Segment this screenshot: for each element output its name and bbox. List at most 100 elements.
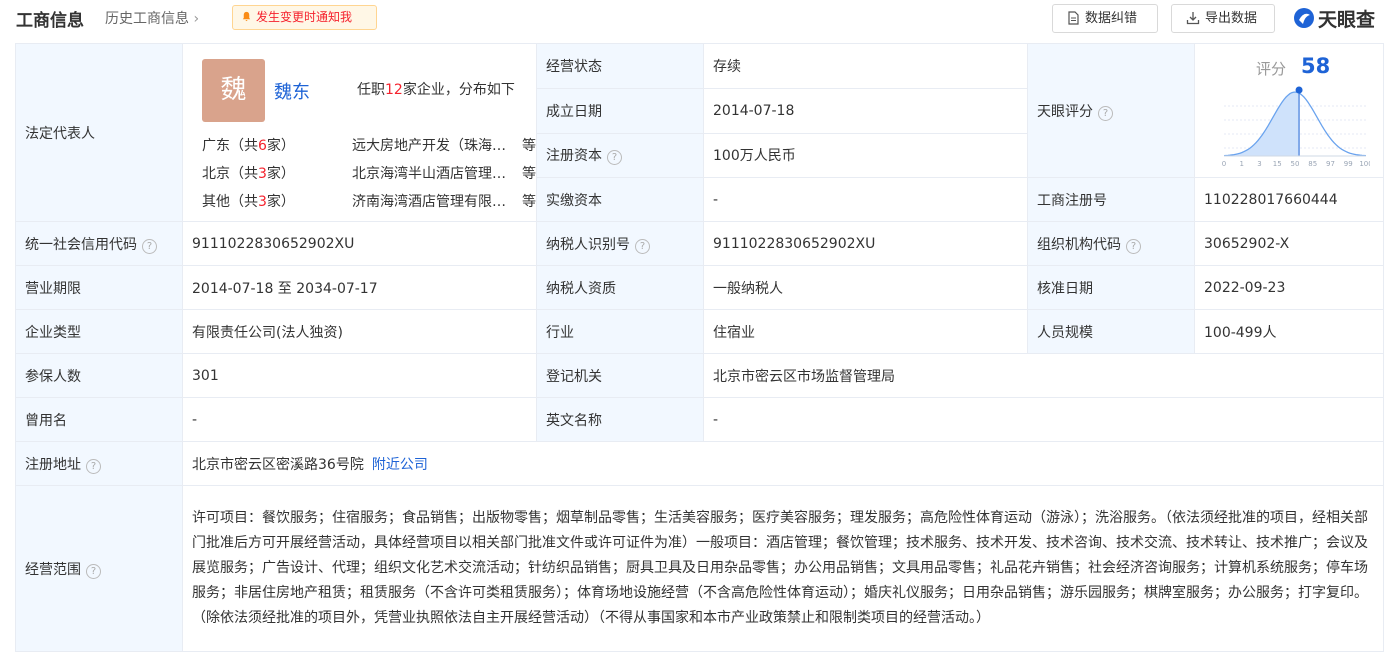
- avatar[interactable]: 魏: [202, 58, 265, 122]
- axis-tick-label: 0: [1222, 160, 1226, 168]
- region-name: 广东: [202, 137, 230, 154]
- company-type-label: 企业类型: [15, 309, 183, 354]
- org-code-value: 30652902-X: [1194, 221, 1384, 266]
- authority-label: 登记机关: [536, 353, 704, 398]
- region-count: 3: [258, 193, 267, 210]
- help-icon[interactable]: ?: [86, 458, 101, 474]
- region-pre: （共: [230, 193, 258, 210]
- score-cell[interactable]: 评分 58 0 1 3 15 50 85 97 99 100: [1194, 43, 1384, 178]
- authority-value: 北京市密云区市场监督管理局: [703, 353, 1384, 398]
- brand-name: 天眼查: [1318, 8, 1376, 31]
- data-correction-button[interactable]: 数据纠错: [1052, 4, 1158, 33]
- address-label-text: 注册地址: [25, 456, 81, 473]
- region-company-link[interactable]: 远大房地产开发（珠海）有限公司: [352, 135, 512, 155]
- score-label: 天眼评分?: [1027, 43, 1195, 178]
- help-icon[interactable]: ?: [1126, 238, 1141, 254]
- insured-value: 301: [182, 353, 537, 398]
- region-post: 家）: [266, 137, 295, 154]
- term-value: 2014-07-18 至 2034-07-17: [182, 265, 537, 310]
- english-name-value: -: [703, 397, 1384, 442]
- scope-value: 许可项目：餐饮服务；住宿服务；食品销售；出版物零售；烟草制品零售；生活美容服务；…: [182, 485, 1384, 652]
- reg-no-label: 工商注册号: [1027, 177, 1195, 222]
- region-company-link[interactable]: 北京海湾半山酒店管理有限公司: [352, 163, 512, 183]
- region-name: 其他: [202, 193, 230, 210]
- axis-tick-label: 99: [1344, 160, 1353, 168]
- chevron-right-icon: ›: [193, 11, 200, 27]
- tax-id-label: 纳税人识别号?: [536, 221, 704, 266]
- help-icon[interactable]: ?: [142, 238, 157, 254]
- former-name-label: 曾用名: [15, 397, 183, 442]
- region-etc: 等: [522, 193, 536, 210]
- notify-change-button[interactable]: 发生变更时通知我: [232, 5, 377, 30]
- address-value: 北京市密云区密溪路36号院 附近公司: [182, 441, 1384, 486]
- help-icon[interactable]: ?: [1098, 105, 1113, 121]
- reg-no-value: 110228017660444: [1194, 177, 1384, 222]
- export-data-label: 导出数据: [1205, 11, 1258, 26]
- axis-tick-label: 3: [1257, 160, 1261, 168]
- term-label: 营业期限: [15, 265, 183, 310]
- axis-tick-label: 15: [1273, 160, 1282, 168]
- region-count: 3: [258, 165, 267, 182]
- scope-label: 经营范围?: [15, 485, 183, 652]
- document-icon: [1068, 11, 1079, 25]
- credit-code-label-text: 统一社会信用代码: [25, 236, 137, 253]
- bell-icon: [242, 11, 251, 22]
- former-name-value: -: [182, 397, 537, 442]
- tax-qual-label: 纳税人资质: [536, 265, 704, 310]
- business-info-table: 法定代表人 魏 魏东 任职12家企业，分布如下 广东（共6家） 远大房地产开发（…: [15, 42, 1384, 652]
- company-type-value: 有限责任公司(法人独资): [182, 309, 537, 354]
- axis-tick-label: 1: [1240, 160, 1244, 168]
- approve-date-label: 核准日期: [1027, 265, 1195, 310]
- score-distribution-chart: 0 1 3 15 50 85 97 99 100: [1222, 86, 1370, 168]
- tax-qual-value: 一般纳税人: [703, 265, 1028, 310]
- status-label: 经营状态: [536, 42, 704, 90]
- nearby-companies-link[interactable]: 附近公司: [372, 457, 428, 473]
- region-item[interactable]: 广东（共6家）: [202, 135, 295, 155]
- score-label-text: 天眼评分: [1037, 103, 1093, 120]
- tianyancha-logo-icon: [1294, 8, 1314, 28]
- score-value: 58: [1301, 54, 1331, 78]
- region-post: 家）: [266, 165, 295, 182]
- found-date-label: 成立日期: [536, 88, 704, 134]
- org-code-label-text: 组织机构代码: [1037, 236, 1121, 253]
- region-post: 家）: [266, 193, 295, 210]
- export-data-button[interactable]: 导出数据: [1171, 4, 1275, 33]
- tax-id-value: 9111022830652902XU: [703, 221, 1028, 266]
- pos-pre: 任职: [357, 81, 385, 98]
- section-header: 工商信息 历史工商信息 › 发生变更时通知我 数据纠错 导出数据 天眼查: [0, 0, 1395, 40]
- pos-post: 家企业，分布如下: [402, 81, 515, 98]
- brand-logo: 天眼查: [1293, 4, 1375, 32]
- tax-id-label-text: 纳税人识别号: [546, 236, 630, 253]
- credit-code-label: 统一社会信用代码?: [15, 221, 183, 266]
- history-link[interactable]: 历史工商信息 ›: [105, 8, 199, 28]
- insured-label: 参保人数: [15, 353, 183, 398]
- notify-label: 发生变更时通知我: [256, 10, 353, 24]
- help-icon[interactable]: ?: [635, 238, 650, 254]
- axis-tick-label: 97: [1326, 160, 1335, 168]
- staff-size-label: 人员规模: [1027, 309, 1195, 354]
- region-pre: （共: [230, 165, 258, 182]
- credit-code-value: 9111022830652902XU: [182, 221, 537, 266]
- legal-rep-name[interactable]: 魏东: [274, 78, 310, 104]
- help-icon[interactable]: ?: [607, 150, 622, 166]
- region-etc: 等: [522, 165, 536, 182]
- region-count: 6: [258, 137, 267, 154]
- capital-value: 100万人民币: [703, 132, 1028, 179]
- region-item[interactable]: 北京（共3家）: [202, 163, 295, 183]
- legal-rep-label: 法定代表人: [15, 43, 183, 222]
- history-link-label: 历史工商信息: [105, 11, 189, 27]
- data-correction-label: 数据纠错: [1085, 11, 1138, 26]
- address-label: 注册地址?: [15, 441, 183, 486]
- scope-label-text: 经营范围: [25, 561, 81, 578]
- approve-date-value: 2022-09-23: [1194, 265, 1384, 310]
- help-icon[interactable]: ?: [86, 563, 101, 579]
- paid-capital-label: 实缴资本: [536, 177, 704, 222]
- pos-count: 12: [385, 81, 403, 98]
- staff-size-value: 100-499人: [1194, 309, 1384, 354]
- capital-label: 注册资本?: [536, 132, 704, 179]
- legal-rep-cell: 魏 魏东 任职12家企业，分布如下 广东（共6家） 远大房地产开发（珠海）有限公…: [182, 43, 537, 222]
- region-name: 北京: [202, 165, 230, 182]
- region-company-link[interactable]: 济南海湾酒店管理有限公司: [352, 191, 512, 211]
- capital-label-text: 注册资本: [546, 148, 602, 165]
- region-item[interactable]: 其他（共3家）: [202, 191, 295, 211]
